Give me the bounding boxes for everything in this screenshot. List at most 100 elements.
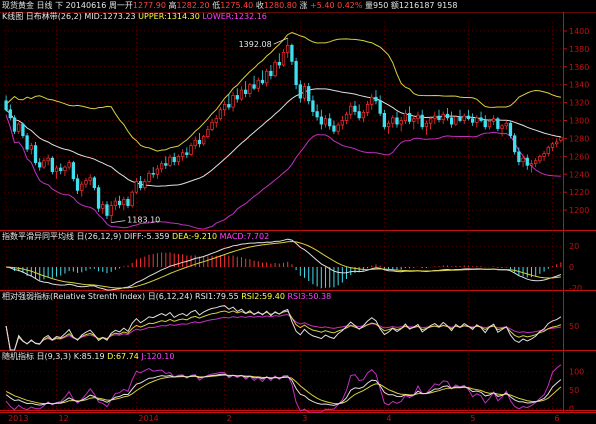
rsi-tick-label: 50 (569, 322, 579, 331)
main-panel-name: K线图 (2, 12, 24, 21)
rsi3-line (5, 313, 561, 351)
candle-body (248, 84, 252, 95)
candle-body (122, 198, 126, 206)
change-pct: 0.42% (337, 1, 363, 10)
candle-body (349, 105, 353, 115)
kdj-j-line (5, 364, 562, 413)
candle-body (307, 86, 311, 102)
candle-body (143, 181, 147, 189)
candle-body (29, 145, 33, 150)
boll-upper-value: UPPER:1314.30 (138, 12, 200, 21)
candle-body (210, 121, 214, 130)
low-annotation-label: 1183.10 (127, 216, 160, 225)
candle-body (130, 191, 134, 206)
candle-body (168, 156, 172, 166)
direction-label: 下 (55, 1, 64, 10)
candle-body (475, 117, 479, 123)
candle-body (424, 122, 429, 128)
date-label: 20140616 (65, 1, 107, 10)
last-value: 9158 (437, 1, 458, 10)
price-tick-label: 1260 (569, 152, 589, 161)
candle-body (559, 137, 563, 141)
kdj-tick-label: 100 (569, 367, 584, 376)
candle-body (395, 117, 399, 125)
candle-body (458, 116, 462, 121)
candle-body (470, 118, 475, 123)
candle-body (185, 152, 189, 155)
price-tick-label: 1360 (569, 63, 589, 72)
candle-body (42, 160, 46, 168)
candle-body (4, 100, 8, 111)
candle-body (445, 113, 450, 119)
macd-panel-name: 指数平滑异同平均线 (2, 232, 74, 241)
candle-body (328, 118, 332, 127)
candle-body (508, 122, 513, 137)
change-value: +5.40 (310, 1, 335, 10)
macd-tick-label: 20 (569, 242, 579, 251)
boll-mid-value: MID:1273.23 (84, 12, 136, 21)
candle-body (180, 152, 185, 157)
kdj-panel-name: 随机指标 (2, 352, 34, 361)
candle-body (46, 157, 50, 162)
candle-body (25, 135, 29, 150)
candle-body (357, 111, 361, 119)
candle-body (428, 118, 433, 124)
candle-body (59, 167, 63, 172)
candle-body (176, 155, 181, 163)
candle-body (50, 157, 54, 172)
candle-body (223, 104, 227, 111)
low-value: 1275.40 (220, 1, 254, 10)
time-tick-label: 3 (302, 414, 307, 423)
candle-body (151, 173, 155, 175)
low-annotation-pointer (111, 220, 126, 223)
candle-body (33, 145, 38, 163)
candle-body (466, 115, 471, 120)
candle-body (374, 96, 378, 102)
candle-body (298, 84, 302, 99)
amount-value: 1216187 (398, 1, 435, 10)
close-label: 收 (255, 1, 264, 10)
kdj-panel-header: 随机指标 日(9,3,3) K:85.19 D:67.74 J:120.10 (2, 352, 174, 362)
open-value: 1277.90 (132, 1, 166, 10)
candle-body (273, 61, 277, 77)
candle-body (513, 135, 517, 153)
kdj-tick-label: 50 (569, 386, 579, 395)
rsi1-value: RSI1:79.55 (195, 292, 239, 301)
instrument-name: 现货黄金 (2, 1, 34, 10)
candle-body (189, 145, 193, 155)
rsi-panel-name: 相对强弱指标(Relative Strenth Index) (2, 292, 146, 301)
candle-body (416, 114, 420, 120)
candle-body (101, 204, 105, 209)
price-tick-label: 1400 (569, 27, 589, 36)
candle-body (252, 84, 256, 89)
macd-dea-value: DEA:-9.210 (172, 232, 218, 241)
candle-body (92, 177, 97, 189)
time-tick-label: 6 (554, 414, 559, 423)
candle-body (311, 100, 315, 112)
candle-body (420, 114, 424, 128)
candle-body (399, 120, 403, 125)
candle-body (21, 123, 25, 137)
candle-body (105, 204, 109, 216)
boll-mid-line (5, 88, 561, 187)
time-tick-label: 2014 (138, 414, 158, 423)
candle-body (521, 157, 525, 163)
candle-body (117, 200, 122, 206)
candle-body (218, 109, 223, 120)
candle-body (54, 167, 59, 172)
candle-body (407, 113, 412, 122)
candle-body (201, 136, 206, 145)
candle-body (555, 141, 559, 145)
candle-body (454, 116, 458, 125)
kdj-params: 日(9,3,3) (36, 352, 72, 361)
candle-body (504, 122, 508, 127)
candle-body (546, 147, 550, 155)
candle-body (38, 162, 42, 168)
candle-body (265, 70, 269, 84)
candle-body (403, 113, 408, 121)
high-label: 高 (168, 1, 177, 10)
candle-body (155, 168, 160, 175)
main-indicator-params: (26,2) (57, 12, 82, 21)
candle-body (88, 177, 92, 181)
time-tick-label: 2 (227, 414, 232, 423)
